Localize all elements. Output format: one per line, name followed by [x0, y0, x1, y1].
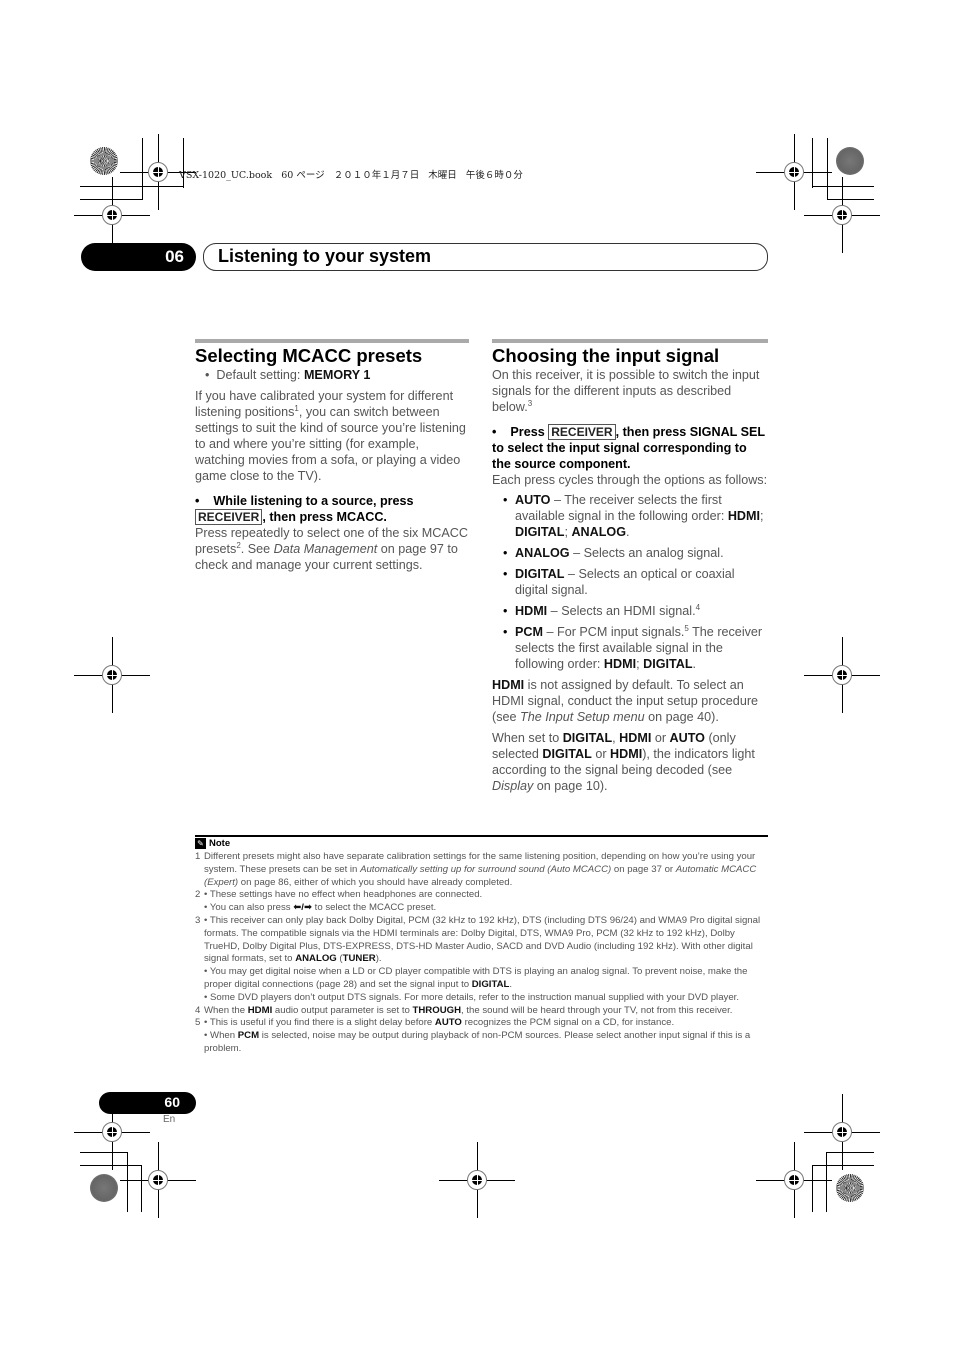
- step-body: Press repeatedly to select one of the si…: [195, 526, 468, 572]
- footnote-4: 4 When the HDMI audio output parameter is…: [195, 1004, 733, 1016]
- color-target-top-left: [90, 147, 118, 175]
- default-setting: • Default setting: MEMORY 1: [205, 368, 371, 382]
- color-target-top-right: [836, 147, 864, 175]
- display-ref: Display: [492, 779, 534, 793]
- option-analog: ANALOG – Selects an analog signal.: [503, 545, 768, 561]
- section-rule: [492, 339, 768, 343]
- hdmi-paragraph: HDMI is not assigned by default. To sele…: [492, 678, 759, 724]
- page-number: 60: [164, 1094, 180, 1110]
- page-language: En: [163, 1114, 176, 1125]
- data-management-ref: Data Management: [273, 542, 378, 556]
- indicator-paragraph: When set to DIGITAL, HDMI or AUTO (only …: [492, 731, 755, 793]
- receiver-key: RECEIVER: [195, 509, 263, 525]
- chapter-title-box: Listening to your system: [203, 243, 768, 271]
- footnote-5: 5 • This is useful if you find there is a…: [195, 1017, 751, 1054]
- chapter-number: 06: [165, 247, 184, 266]
- option-pcm: PCM – For PCM input signals.5 The receiv…: [503, 624, 768, 672]
- section-title: Choosing the input signal: [492, 345, 720, 366]
- section-rule: [195, 339, 469, 343]
- color-target-bottom-left: [90, 1174, 118, 1202]
- step-instruction: • Press RECEIVER, then press SIGNAL SEL …: [492, 424, 765, 471]
- print-info: VSX-1020_UC.book 60 ページ ２０１０年１月７日 木曜日 午後…: [179, 170, 523, 181]
- arrow-keys-icon: ⬅/➡: [293, 902, 312, 914]
- intro-paragraph: If you have calibrated your system for d…: [195, 389, 466, 483]
- footnotes: 1 Different presets might also have separ…: [195, 851, 770, 1056]
- note-divider: [195, 835, 768, 837]
- signal-options-list: AUTO – The receiver selects the first av…: [492, 492, 768, 672]
- page-number-tab: 60: [99, 1092, 196, 1114]
- option-digital: DIGITAL – Selects an optical or coaxial …: [503, 566, 768, 598]
- footnote-1: 1 Different presets might also have separ…: [195, 851, 757, 888]
- section-mcacc-presets: Selecting MCACC presets • Default settin…: [195, 339, 469, 573]
- note-heading: ✎ Note: [195, 838, 230, 849]
- intro-paragraph: On this receiver, it is possible to swit…: [492, 368, 760, 414]
- option-auto: AUTO – The receiver selects the first av…: [503, 492, 768, 540]
- input-setup-ref: The Input Setup menu: [520, 710, 645, 724]
- option-hdmi: HDMI – Selects an HDMI signal.4: [503, 603, 768, 619]
- footnote-2: 2 • These settings have no effect when he…: [195, 889, 483, 914]
- pencil-note-icon: ✎: [195, 838, 206, 849]
- section-title: Selecting MCACC presets: [195, 345, 423, 366]
- footnote-3: 3 • This receiver can only play back Dolb…: [195, 914, 761, 1003]
- color-target-bottom-right: [836, 1174, 864, 1202]
- section-input-signal: Choosing the input signal On this receiv…: [492, 339, 768, 794]
- chapter-number-tab: 06: [81, 243, 196, 271]
- receiver-key: RECEIVER: [548, 424, 616, 440]
- cycle-text: Each press cycles through the options as…: [492, 473, 768, 487]
- chapter-title: Listening to your system: [218, 246, 432, 266]
- step-instruction: • While listening to a source, press RECE…: [195, 494, 414, 525]
